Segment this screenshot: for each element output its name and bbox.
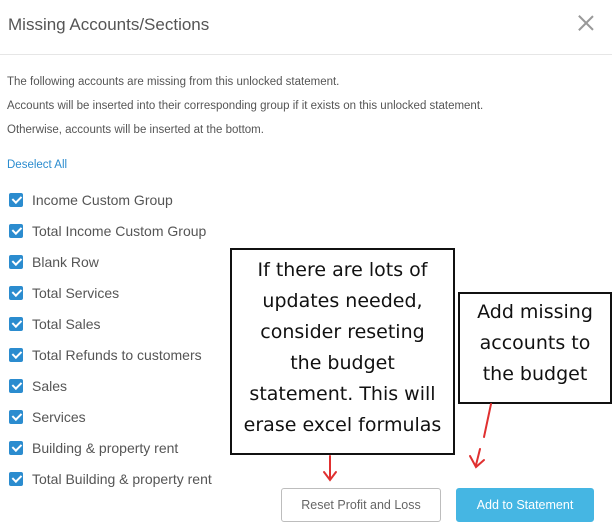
- checkbox[interactable]: [9, 440, 23, 455]
- close-icon[interactable]: [576, 13, 596, 33]
- checkbox[interactable]: [9, 285, 23, 300]
- dialog-description: The following accounts are missing from …: [7, 70, 483, 142]
- checkbox[interactable]: [9, 409, 23, 424]
- account-label: Income Custom Group: [32, 191, 173, 208]
- dialog-header: Missing Accounts/Sections: [0, 0, 612, 55]
- account-item[interactable]: Total Refunds to customers: [9, 339, 212, 370]
- description-line-2: Accounts will be inserted into their cor…: [7, 100, 484, 112]
- callout-line: updates needed,: [262, 290, 423, 312]
- account-item[interactable]: Sales: [9, 370, 212, 401]
- description-line-1: The following accounts are missing from …: [7, 76, 340, 88]
- description-line-3: Otherwise, accounts will be inserted at …: [7, 124, 264, 136]
- checkbox[interactable]: [9, 223, 23, 238]
- account-list: Income Custom Group Total Income Custom …: [9, 184, 212, 494]
- checkbox[interactable]: [9, 192, 23, 207]
- dialog-title: Missing Accounts/Sections: [8, 15, 210, 34]
- callout-line: statement. This will: [249, 383, 436, 405]
- checkbox[interactable]: [9, 378, 23, 393]
- add-to-statement-button[interactable]: Add to Statement: [456, 488, 594, 522]
- account-label: Services: [32, 408, 86, 425]
- callout-line: consider reseting: [260, 321, 425, 343]
- callout-line: erase excel formulas: [243, 414, 442, 436]
- checkbox[interactable]: [9, 347, 23, 362]
- callout-line: the budget: [482, 363, 588, 385]
- account-item[interactable]: Blank Row: [9, 246, 212, 277]
- reset-profit-and-loss-button[interactable]: Reset Profit and Loss: [281, 488, 441, 522]
- account-item[interactable]: Services: [9, 401, 212, 432]
- account-label: Sales: [32, 377, 68, 394]
- account-label: Building & property rent: [32, 439, 179, 456]
- reset-tip-callout: If there are lots of updates needed, con…: [230, 248, 455, 455]
- checkbox[interactable]: [9, 316, 23, 331]
- add-tip-callout: Add missing accounts to the budget: [458, 292, 612, 404]
- account-label: Total Refunds to customers: [32, 346, 202, 363]
- account-item[interactable]: Total Income Custom Group: [9, 215, 212, 246]
- account-label: Total Income Custom Group: [32, 222, 207, 239]
- callout-line: the budget: [290, 352, 395, 374]
- deselect-all-link[interactable]: Deselect All: [7, 159, 67, 171]
- account-label: Total Services: [32, 284, 120, 301]
- callout-line: If there are lots of: [257, 259, 428, 281]
- account-label: Total Building & property rent: [32, 470, 212, 487]
- account-item[interactable]: Building & property rent: [9, 432, 212, 463]
- account-label: Blank Row: [32, 253, 99, 270]
- account-item[interactable]: Total Building & property rent: [9, 463, 212, 494]
- account-item[interactable]: Total Services: [9, 277, 212, 308]
- account-item[interactable]: Income Custom Group: [9, 184, 212, 215]
- checkbox[interactable]: [9, 254, 23, 269]
- callout-line: Add missing: [477, 301, 593, 323]
- account-item[interactable]: Total Sales: [9, 308, 212, 339]
- account-label: Total Sales: [32, 315, 101, 332]
- checkbox[interactable]: [9, 471, 23, 486]
- callout-line: accounts to: [479, 332, 591, 354]
